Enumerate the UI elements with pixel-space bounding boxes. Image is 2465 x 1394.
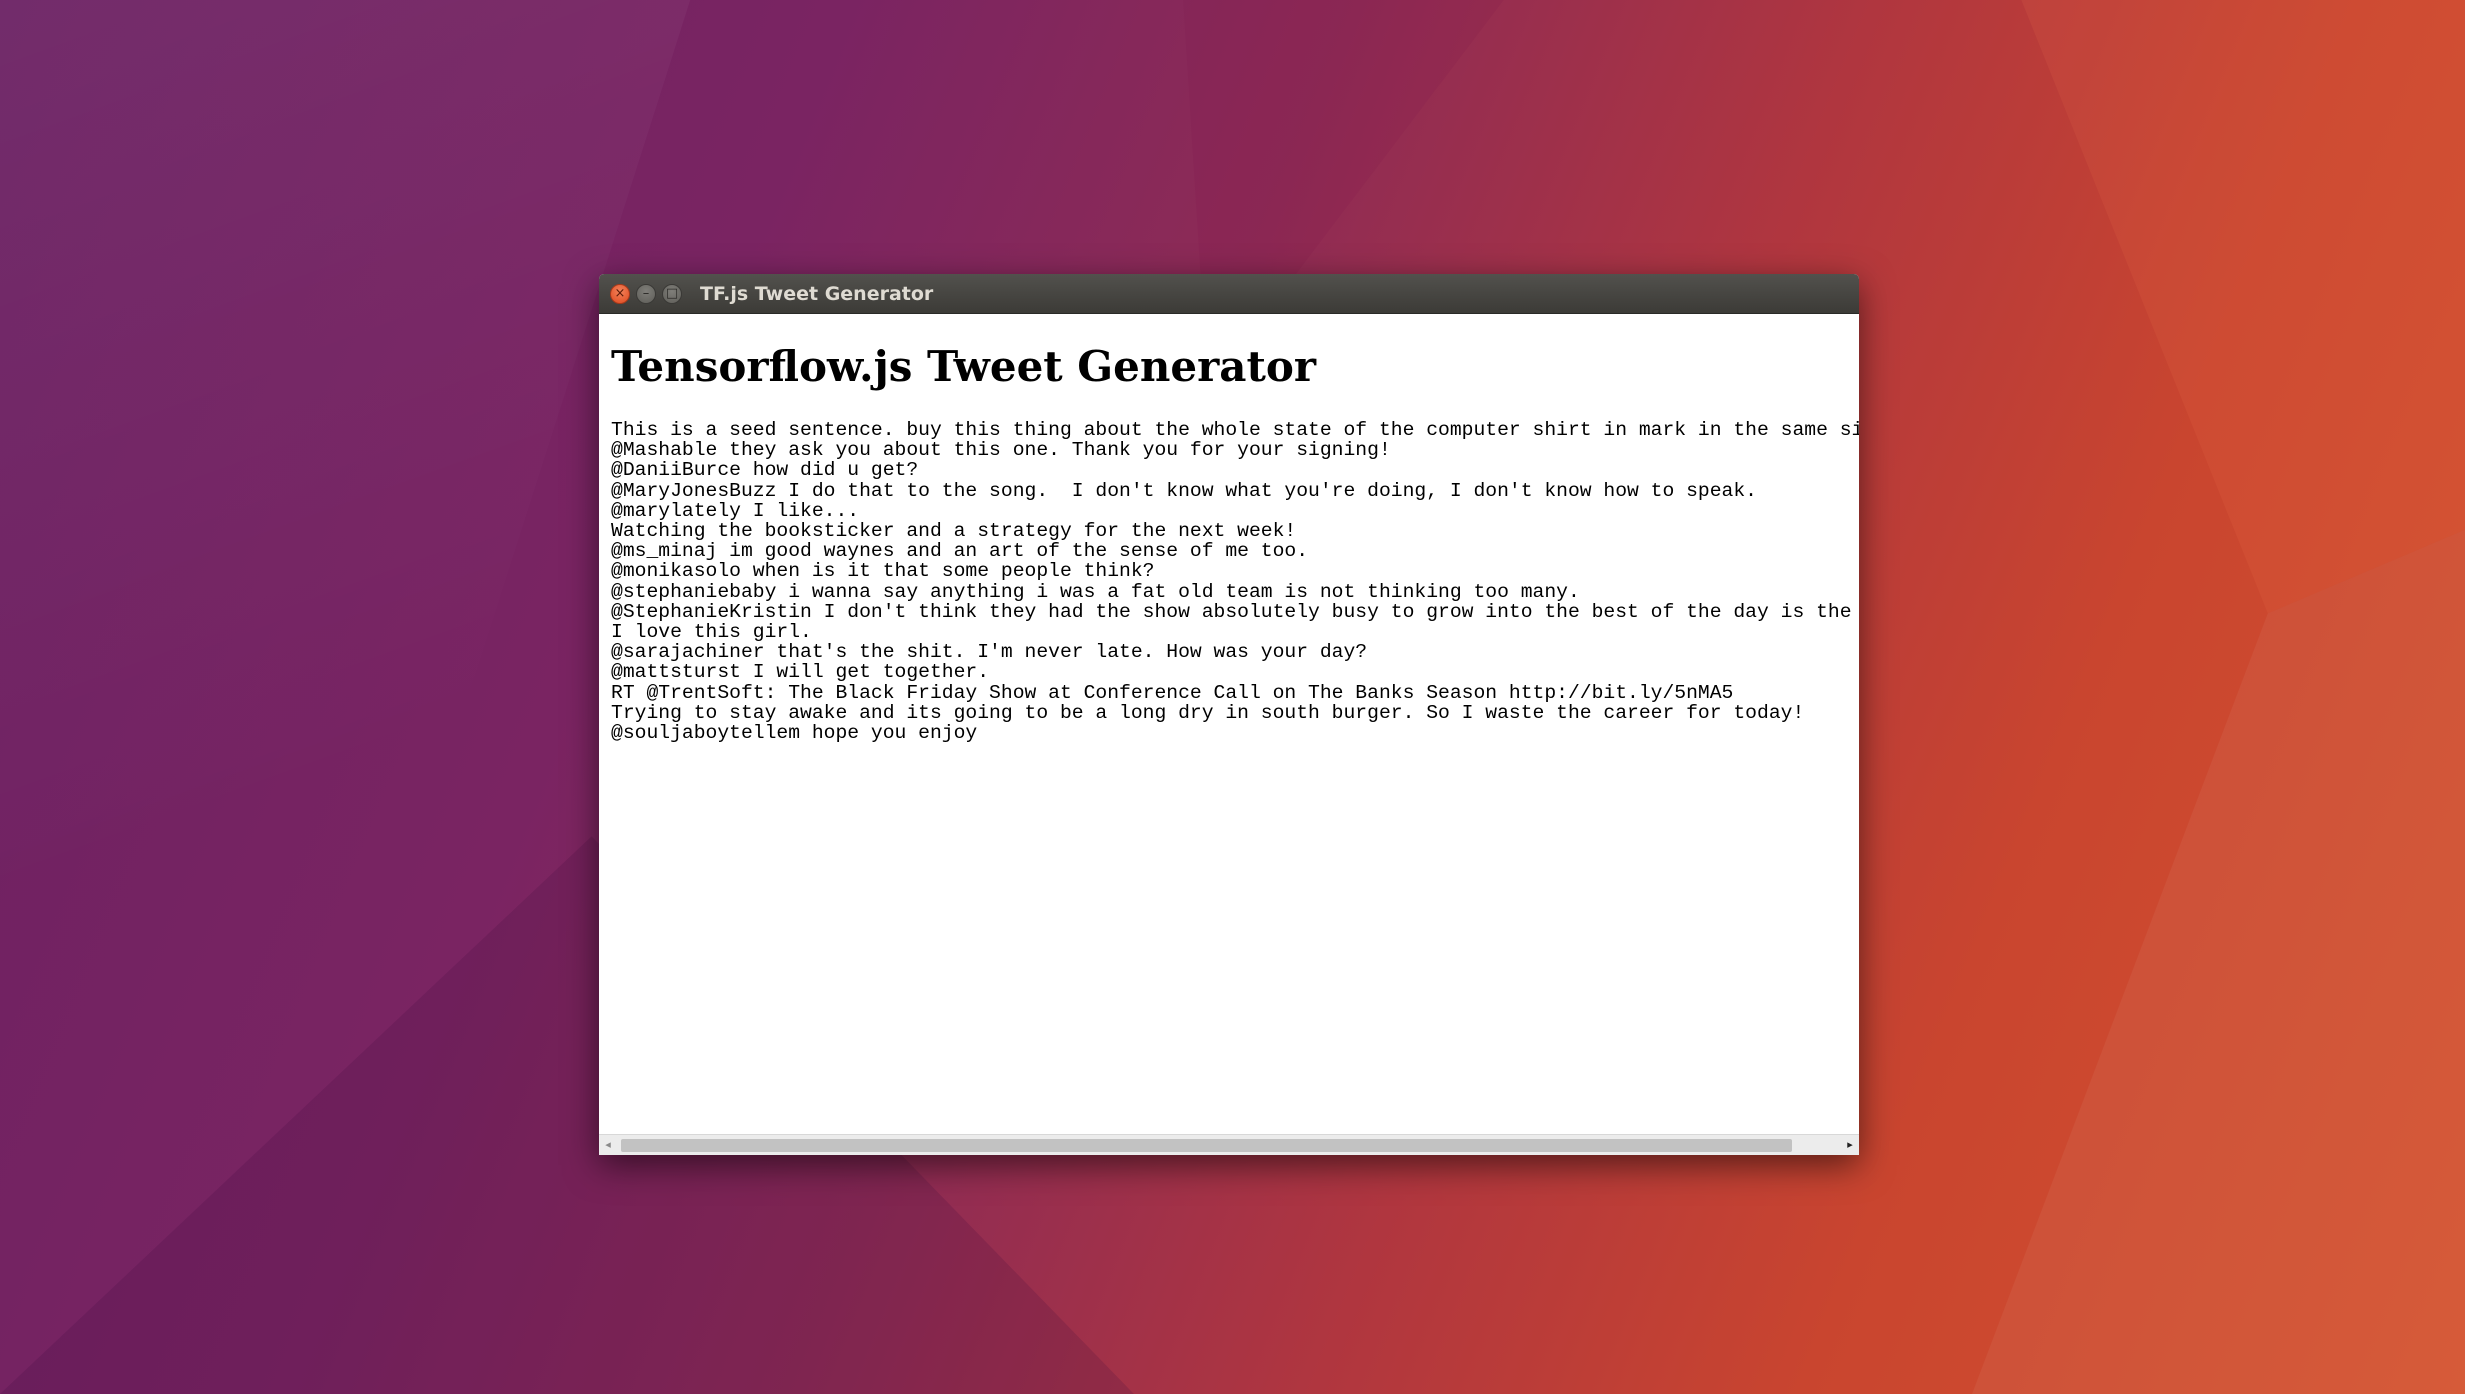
minimize-icon: – bbox=[642, 286, 650, 301]
page-title: Tensorflow.js Tweet Generator bbox=[611, 342, 1317, 391]
maximize-icon: □ bbox=[665, 286, 679, 301]
generated-tweets-output: This is a seed sentence. buy this thing … bbox=[611, 419, 1859, 745]
close-icon: × bbox=[614, 286, 626, 301]
scroll-left-icon[interactable]: ◂ bbox=[599, 1135, 617, 1155]
app-window: × – □ TF.js Tweet Generator Tensorflow.j… bbox=[599, 274, 1859, 1155]
scroll-right-icon[interactable]: ▸ bbox=[1841, 1135, 1859, 1155]
close-window-button[interactable]: × bbox=[610, 284, 630, 304]
window-titlebar[interactable]: × – □ TF.js Tweet Generator bbox=[599, 274, 1859, 314]
window-title: TF.js Tweet Generator bbox=[700, 283, 934, 305]
minimize-window-button[interactable]: – bbox=[636, 284, 656, 304]
page-content: Tensorflow.js Tweet Generator This is a … bbox=[599, 314, 1859, 1134]
horizontal-scrollbar[interactable]: ◂ ▸ bbox=[599, 1134, 1859, 1155]
maximize-window-button[interactable]: □ bbox=[662, 284, 682, 304]
scrollbar-thumb[interactable] bbox=[621, 1139, 1792, 1152]
